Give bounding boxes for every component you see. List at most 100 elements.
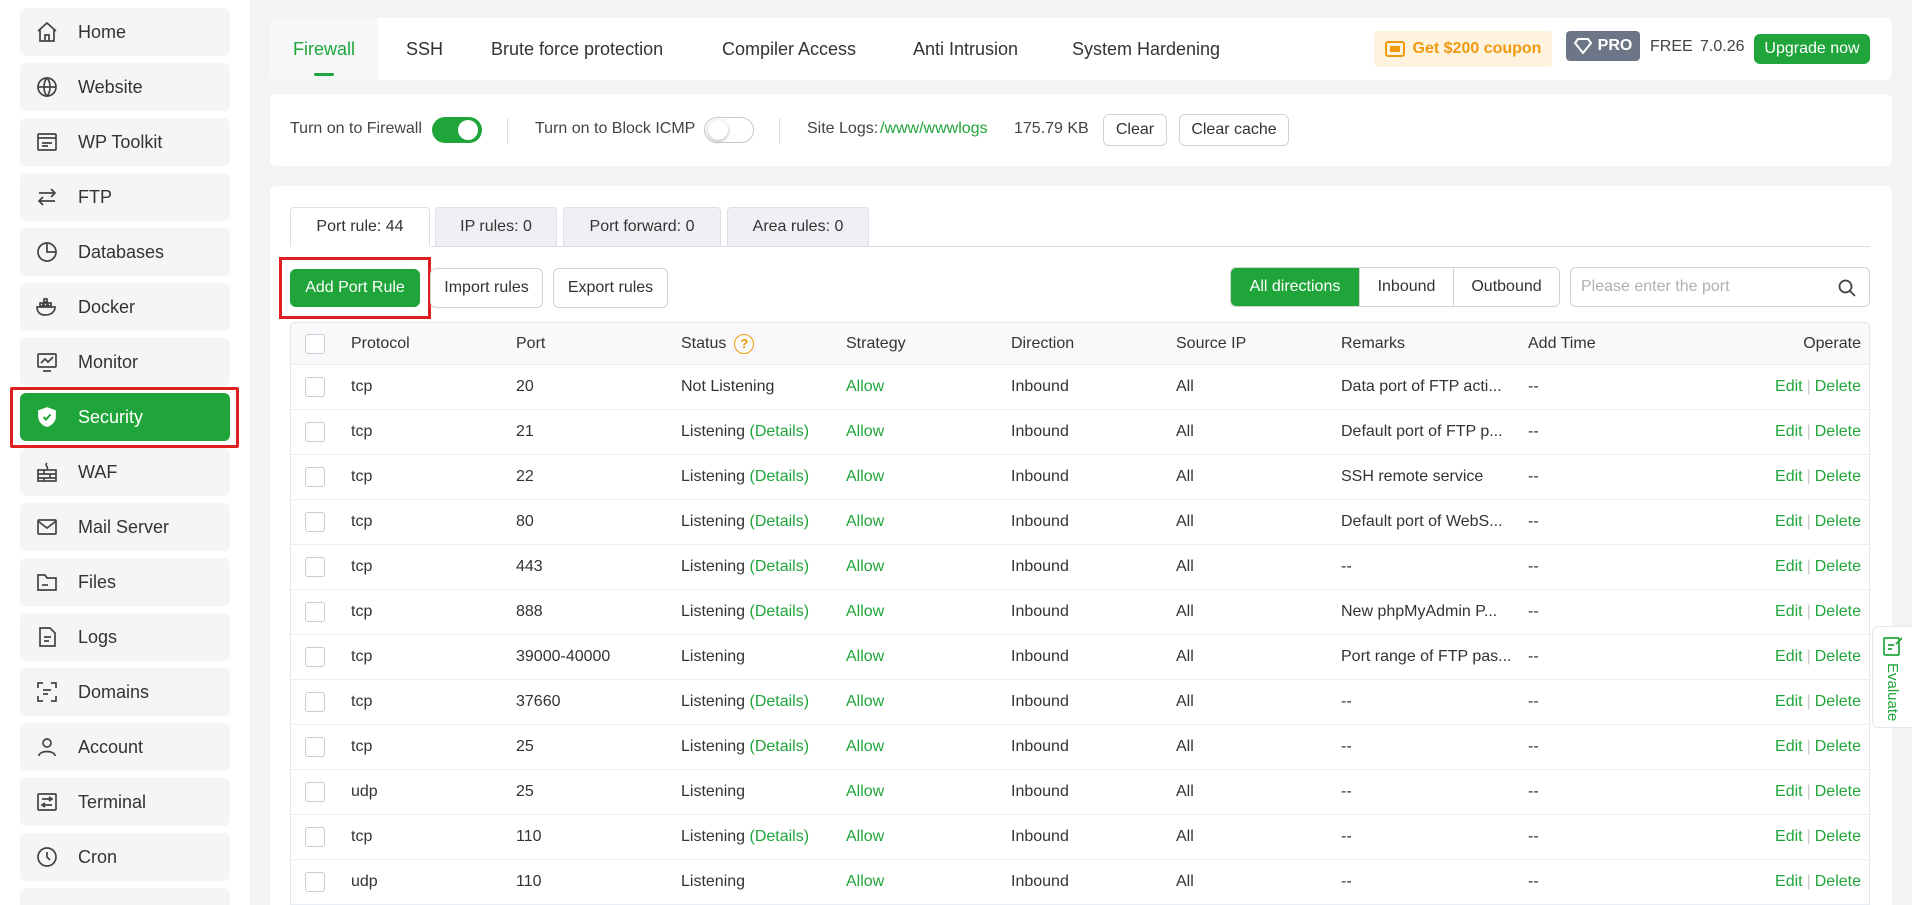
upgrade-button[interactable]: Upgrade now [1754, 34, 1870, 64]
cell-protocol: tcp [351, 693, 373, 710]
subtab-area-rules[interactable]: Area rules: 0 [727, 207, 869, 247]
details-link[interactable]: (Details) [750, 423, 810, 441]
edit-link[interactable]: Edit [1775, 603, 1803, 621]
sidebar-item-wp-toolkit[interactable]: WP Toolkit [20, 118, 230, 166]
direction-outbound-button[interactable]: Outbound [1453, 268, 1559, 306]
tab-ssh[interactable]: SSH [406, 18, 443, 80]
firewall-toggle[interactable] [432, 117, 482, 143]
row-checkbox[interactable] [305, 557, 325, 577]
sidebar-item-files[interactable]: Files [20, 558, 230, 606]
delete-link[interactable]: Delete [1815, 693, 1861, 711]
sidebar-item-account[interactable]: Account [20, 723, 230, 771]
subtab-port-rules[interactable]: Port rule: 44 [290, 207, 430, 247]
sidebar-item-website[interactable]: Website [20, 63, 230, 111]
tab-firewall[interactable]: Firewall [270, 18, 378, 80]
delete-link[interactable]: Delete [1815, 783, 1861, 801]
delete-link[interactable]: Delete [1815, 603, 1861, 621]
row-checkbox[interactable] [305, 602, 325, 622]
cell-operate: Edit | Delete [1775, 635, 1861, 679]
sidebar-item-ftp[interactable]: FTP [20, 173, 230, 221]
tab-brute-force-protection[interactable]: Brute force protection [491, 18, 663, 80]
row-checkbox[interactable] [305, 782, 325, 802]
icmp-toggle[interactable] [704, 117, 754, 143]
sidebar-item-waf[interactable]: WAF [20, 448, 230, 496]
edit-link[interactable]: Edit [1775, 828, 1803, 846]
row-checkbox[interactable] [305, 737, 325, 757]
delete-link[interactable]: Delete [1815, 738, 1861, 756]
row-checkbox[interactable] [305, 422, 325, 442]
sidebar-item-terminal[interactable]: Terminal [20, 778, 230, 826]
sidebar-item-databases[interactable]: Databases [20, 228, 230, 276]
details-link[interactable]: (Details) [750, 513, 810, 531]
coupon-icon [1384, 41, 1405, 57]
row-checkbox[interactable] [305, 377, 325, 397]
subtab-port-forward[interactable]: Port forward: 0 [563, 207, 721, 247]
clear-logs-button[interactable]: Clear [1103, 114, 1167, 146]
pro-badge[interactable]: PRO [1566, 31, 1640, 61]
cell-strategy: Allow [846, 648, 885, 665]
edit-link[interactable]: Edit [1775, 648, 1803, 666]
tab-anti-intrusion[interactable]: Anti Intrusion [913, 18, 1018, 80]
details-link[interactable]: (Details) [750, 603, 810, 621]
port-search-input[interactable] [1581, 269, 1831, 305]
delete-link[interactable]: Delete [1815, 468, 1861, 486]
details-link[interactable]: (Details) [750, 693, 810, 711]
edit-link[interactable]: Edit [1775, 558, 1803, 576]
edit-link[interactable]: Edit [1775, 468, 1803, 486]
details-link[interactable]: (Details) [750, 558, 810, 576]
edit-link[interactable]: Edit [1775, 873, 1803, 891]
details-link[interactable]: (Details) [750, 468, 810, 486]
import-rules-button[interactable]: Import rules [430, 268, 543, 308]
cell-direction: Inbound [1011, 648, 1069, 665]
row-checkbox[interactable] [305, 692, 325, 712]
col-protocol: Protocol [351, 334, 410, 352]
details-link[interactable]: (Details) [750, 738, 810, 756]
evaluate-side-tab[interactable]: Evaluate [1872, 626, 1912, 728]
table-header: Protocol Port Status? Strategy Direction… [291, 323, 1869, 365]
clear-cache-button[interactable]: Clear cache [1179, 114, 1289, 146]
sidebar-item-cron[interactable]: Cron [20, 833, 230, 881]
cell-remarks: -- [1341, 828, 1352, 845]
sidebar-item-home[interactable]: Home [20, 8, 230, 56]
edit-link[interactable]: Edit [1775, 423, 1803, 441]
delete-link[interactable]: Delete [1815, 873, 1861, 891]
delete-link[interactable]: Delete [1815, 423, 1861, 441]
sidebar-item-domains[interactable]: Domains [20, 668, 230, 716]
row-checkbox[interactable] [305, 512, 325, 532]
edit-link[interactable]: Edit [1775, 513, 1803, 531]
direction-all-button[interactable]: All directions [1231, 268, 1359, 306]
sidebar-item-logs[interactable]: Logs [20, 613, 230, 661]
sidebar-item-more[interactable] [20, 888, 230, 905]
edit-link[interactable]: Edit [1775, 693, 1803, 711]
delete-link[interactable]: Delete [1815, 648, 1861, 666]
row-checkbox[interactable] [305, 467, 325, 487]
delete-link[interactable]: Delete [1815, 378, 1861, 396]
delete-link[interactable]: Delete [1815, 558, 1861, 576]
delete-link[interactable]: Delete [1815, 513, 1861, 531]
edit-link[interactable]: Edit [1775, 783, 1803, 801]
details-link[interactable]: (Details) [750, 828, 810, 846]
subtab-ip-rules[interactable]: IP rules: 0 [435, 207, 557, 247]
tab-system-hardening[interactable]: System Hardening [1072, 18, 1220, 80]
delete-link[interactable]: Delete [1815, 828, 1861, 846]
row-checkbox[interactable] [305, 872, 325, 892]
sidebar-item-mail-server[interactable]: Mail Server [20, 503, 230, 551]
divider [779, 118, 780, 144]
cell-direction: Inbound [1011, 828, 1069, 845]
edit-link[interactable]: Edit [1775, 378, 1803, 396]
help-icon[interactable]: ? [734, 333, 755, 354]
coupon-button[interactable]: Get $200 coupon [1374, 31, 1552, 67]
cell-source-ip: All [1176, 468, 1194, 485]
sidebar-item-docker[interactable]: Docker [20, 283, 230, 331]
sidebar-item-monitor[interactable]: Monitor [20, 338, 230, 386]
search-icon[interactable] [1837, 278, 1857, 298]
cell-strategy: Allow [846, 378, 885, 395]
row-checkbox[interactable] [305, 827, 325, 847]
export-rules-button[interactable]: Export rules [553, 268, 668, 308]
row-checkbox[interactable] [305, 647, 325, 667]
edit-link[interactable]: Edit [1775, 738, 1803, 756]
tab-compiler-access[interactable]: Compiler Access [722, 18, 856, 80]
direction-inbound-button[interactable]: Inbound [1359, 268, 1453, 306]
site-logs-path-link[interactable]: /www/wwwlogs [880, 120, 988, 138]
select-all-checkbox[interactable] [305, 333, 325, 354]
